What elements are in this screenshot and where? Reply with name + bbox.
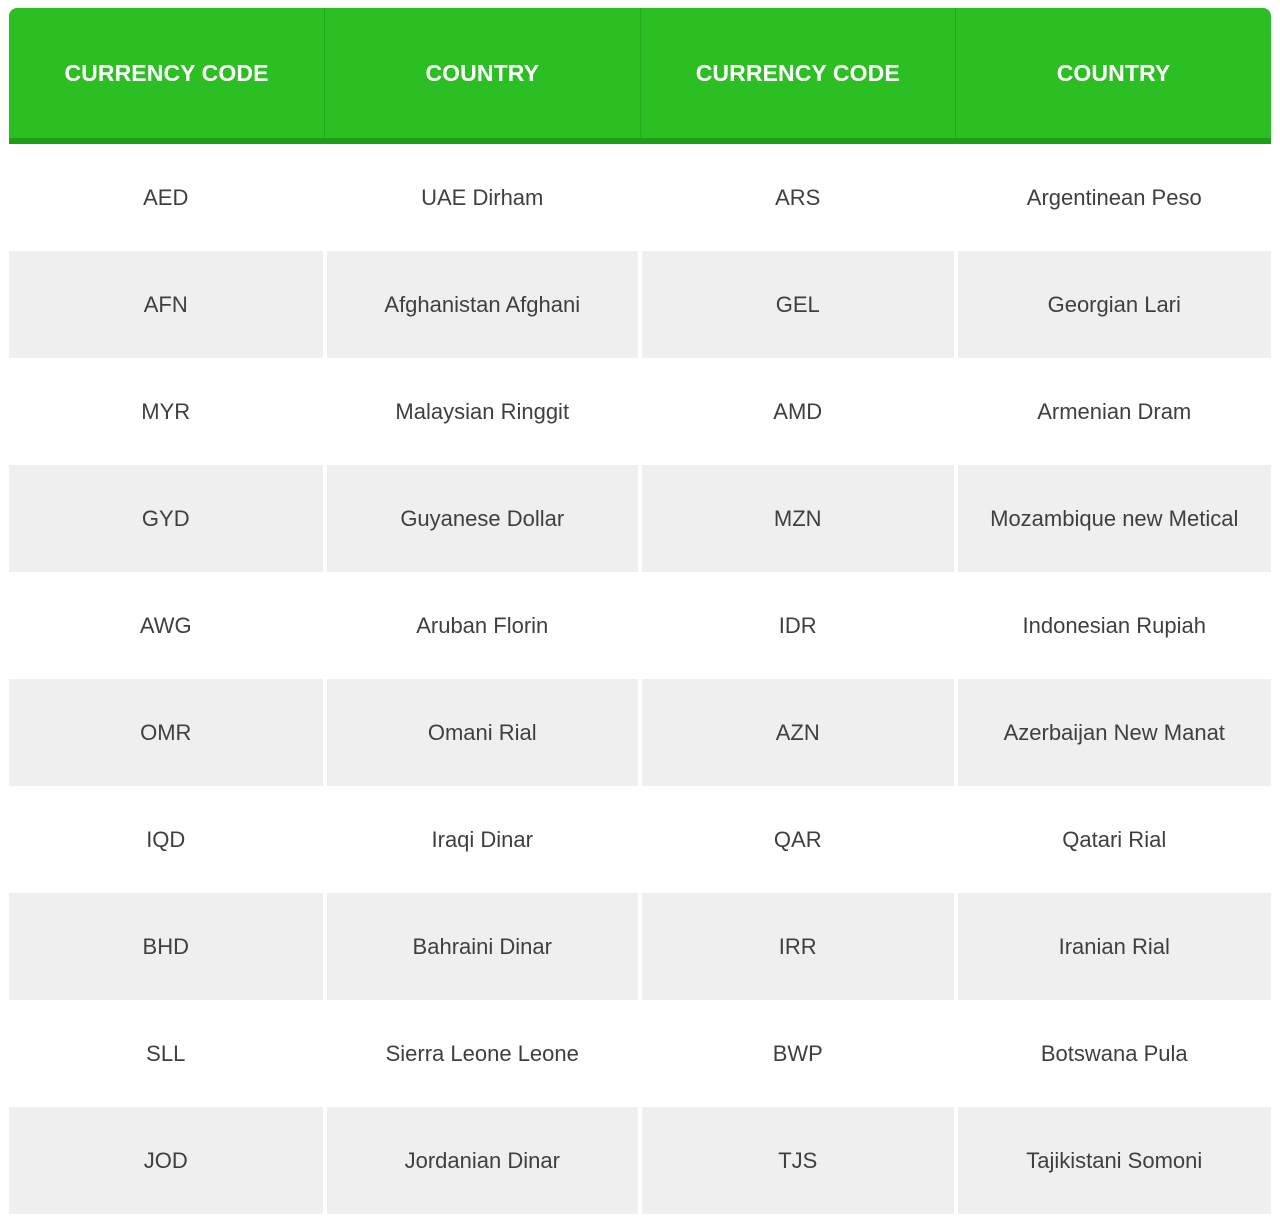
cell-currency-code: IDR [640,572,958,679]
cell-country: Jordanian Dinar [324,1107,642,1214]
table-row: JOD Jordanian Dinar TJS Tajikistani Somo… [9,1107,1271,1214]
cell-currency-code: IQD [9,786,327,893]
cell-country: Mozambique new Metical [955,465,1271,572]
header-currency-code-1: CURRENCY CODE [9,8,325,144]
cell-country: Sierra Leone Leone [324,1000,642,1107]
cell-country: Georgian Lari [955,251,1271,358]
table-row: GYD Guyanese Dollar MZN Mozambique new M… [9,465,1271,572]
table-header: CURRENCY CODE COUNTRY CURRENCY CODE COUN… [9,8,1271,144]
cell-currency-code: JOD [9,1107,327,1214]
cell-currency-code: AZN [640,679,958,786]
table-row: AFN Afghanistan Afghani GEL Georgian Lar… [9,251,1271,358]
header-row: CURRENCY CODE COUNTRY CURRENCY CODE COUN… [9,8,1271,144]
cell-country: Tajikistani Somoni [955,1107,1271,1214]
header-country-2: COUNTRY [955,8,1271,144]
cell-country: Iranian Rial [955,893,1271,1000]
header-country-1: COUNTRY [324,8,641,144]
cell-country: Botswana Pula [955,1000,1271,1107]
cell-currency-code: AFN [9,251,327,358]
cell-currency-code: MZN [640,465,958,572]
cell-country: UAE Dirham [324,141,642,251]
cell-country: Azerbaijan New Manat [955,679,1271,786]
cell-country: Omani Rial [324,679,642,786]
cell-currency-code: MYR [9,358,327,465]
currency-table: CURRENCY CODE COUNTRY CURRENCY CODE COUN… [9,8,1271,1214]
currency-table-container: CURRENCY CODE COUNTRY CURRENCY CODE COUN… [9,8,1271,1214]
cell-currency-code: GYD [9,465,327,572]
cell-currency-code: OMR [9,679,327,786]
cell-country: Guyanese Dollar [324,465,642,572]
table-row: AWG Aruban Florin IDR Indonesian Rupiah [9,572,1271,679]
cell-country: Armenian Dram [955,358,1271,465]
cell-currency-code: ARS [640,141,958,251]
cell-country: Afghanistan Afghani [324,251,642,358]
header-currency-code-2: CURRENCY CODE [640,8,956,144]
cell-currency-code: GEL [640,251,958,358]
cell-currency-code: BWP [640,1000,958,1107]
table-row: OMR Omani Rial AZN Azerbaijan New Manat [9,679,1271,786]
table-row: SLL Sierra Leone Leone BWP Botswana Pula [9,1000,1271,1107]
cell-currency-code: AWG [9,572,327,679]
table-body: AED UAE Dirham ARS Argentinean Peso AFN … [9,141,1271,1214]
cell-currency-code: AMD [640,358,958,465]
cell-currency-code: BHD [9,893,327,1000]
cell-country: Malaysian Ringgit [324,358,642,465]
cell-country: Argentinean Peso [955,141,1271,251]
cell-country: Iraqi Dinar [324,786,642,893]
cell-country: Indonesian Rupiah [955,572,1271,679]
table-row: AED UAE Dirham ARS Argentinean Peso [9,141,1271,251]
cell-currency-code: IRR [640,893,958,1000]
table-row: BHD Bahraini Dinar IRR Iranian Rial [9,893,1271,1000]
cell-currency-code: AED [9,141,327,251]
cell-currency-code: SLL [9,1000,327,1107]
cell-country: Aruban Florin [324,572,642,679]
cell-currency-code: QAR [640,786,958,893]
table-row: MYR Malaysian Ringgit AMD Armenian Dram [9,358,1271,465]
cell-country: Bahraini Dinar [324,893,642,1000]
table-row: IQD Iraqi Dinar QAR Qatari Rial [9,786,1271,893]
cell-currency-code: TJS [640,1107,958,1214]
cell-country: Qatari Rial [955,786,1271,893]
